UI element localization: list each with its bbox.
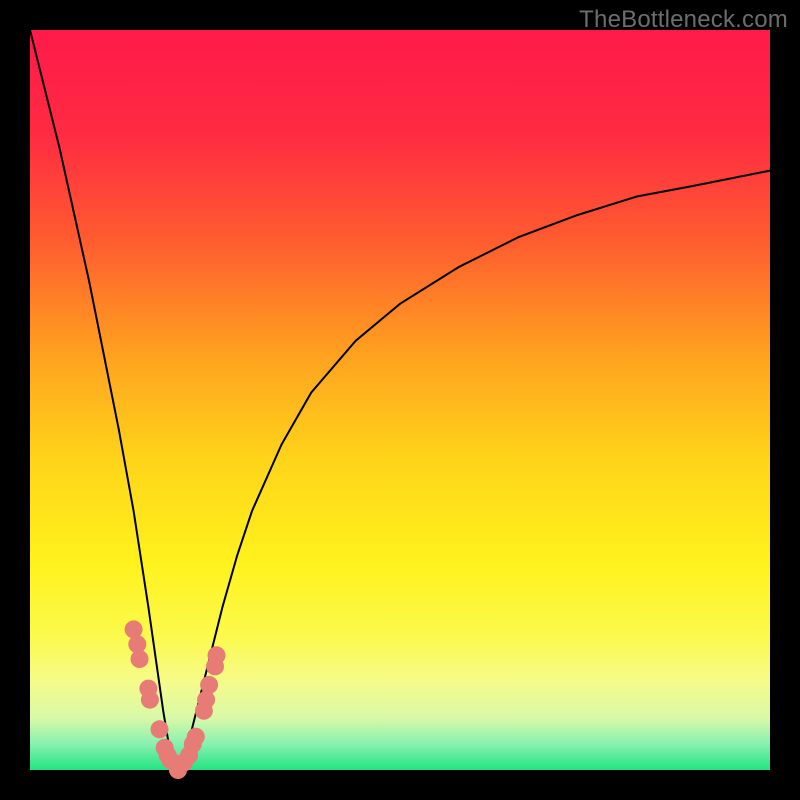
marker-point [208, 646, 226, 664]
watermark-text: TheBottleneck.com [579, 6, 788, 34]
marker-point [197, 691, 215, 709]
curve-layer [30, 30, 770, 770]
marker-group [125, 620, 226, 779]
marker-point [131, 650, 149, 668]
plot-area [30, 30, 770, 770]
marker-point [200, 676, 218, 694]
marker-point [187, 728, 205, 746]
marker-point [141, 691, 159, 709]
chart-frame: TheBottleneck.com [0, 0, 800, 800]
marker-point [151, 720, 169, 738]
